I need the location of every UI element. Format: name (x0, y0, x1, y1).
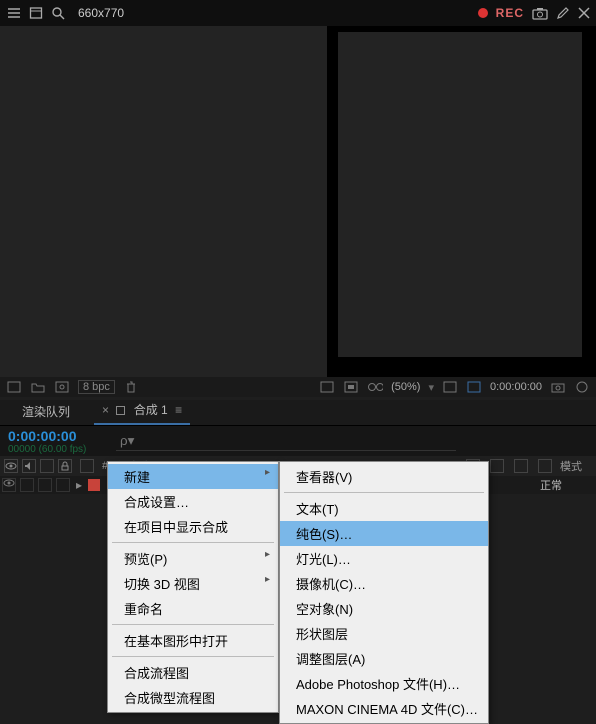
layer-audio[interactable] (20, 478, 34, 492)
timeline-header: 0:00:00:00 00000 (60.00 fps) (0, 426, 596, 456)
menu-separator (112, 624, 274, 625)
tab-composition[interactable]: × 合成 1 ≡ (94, 397, 190, 425)
record-label[interactable]: REC (496, 6, 524, 20)
bit-depth[interactable]: 8 bpc (78, 380, 115, 394)
new-comp-icon[interactable] (54, 380, 70, 394)
menu-toggle-3d[interactable]: 切换 3D 视图 (108, 571, 278, 596)
tab-label: 渲染队列 (22, 405, 70, 419)
glasses-icon[interactable] (367, 380, 383, 394)
menu-text[interactable]: 文本(T) (280, 496, 488, 521)
menu-light[interactable]: 灯光(L)… (280, 546, 488, 571)
pencil-icon[interactable] (556, 6, 570, 20)
channel-icon[interactable] (574, 380, 590, 394)
label-column-icon[interactable] (80, 459, 94, 473)
close-icon[interactable] (578, 7, 590, 19)
timeline-tabs: 渲染队列 × 合成 1 ≡ (0, 400, 596, 426)
3d-column-icon[interactable] (538, 459, 552, 473)
solo-column-icon[interactable] (40, 459, 54, 473)
context-menu-layer: 新建 合成设置… 在项目中显示合成 预览(P) 切换 3D 视图 重命名 在基本… (107, 461, 279, 713)
layer-lock[interactable] (56, 478, 70, 492)
tab-render-queue[interactable]: 渲染队列 (14, 399, 78, 425)
title-bar-right: REC (478, 6, 590, 20)
search-icon[interactable] (50, 5, 66, 21)
menu-new[interactable]: 新建 (108, 464, 278, 489)
menu-reveal-comp[interactable]: 在项目中显示合成 (108, 514, 278, 539)
tab-menu-icon[interactable]: ≡ (175, 403, 182, 417)
record-indicator-icon (478, 8, 488, 18)
menu-separator (112, 542, 274, 543)
composition-viewer[interactable] (328, 26, 596, 377)
menu-open-egp[interactable]: 在基本图形中打开 (108, 628, 278, 653)
trash-icon[interactable] (123, 380, 139, 394)
layer-mode[interactable]: 正常 (540, 477, 596, 493)
grid-icon[interactable] (319, 380, 335, 394)
layer-twirl-icon[interactable]: ▸ (76, 478, 82, 492)
menu-ps-file[interactable]: Adobe Photoshop 文件(H)… (280, 671, 488, 696)
title-bar-left: 660x770 (6, 5, 124, 21)
camera-icon[interactable] (532, 6, 548, 20)
folder-icon[interactable] (30, 380, 46, 394)
title-bar: 660x770 REC (0, 0, 596, 26)
hamburger-icon[interactable] (6, 5, 22, 21)
tab-label: 合成 1 (134, 403, 168, 417)
menu-solid[interactable]: 纯色(S)… (280, 521, 488, 546)
window-title: 660x770 (78, 6, 124, 20)
menu-separator (112, 656, 274, 657)
timeline-search (108, 426, 596, 456)
search-input[interactable] (116, 431, 456, 451)
menu-camera[interactable]: 摄像机(C)… (280, 571, 488, 596)
snapshot-icon[interactable] (550, 380, 566, 394)
menu-adjustment[interactable]: 调整图层(A) (280, 646, 488, 671)
menu-c4d-file[interactable]: MAXON CINEMA 4D 文件(C)… (280, 696, 488, 721)
layer-solo[interactable] (38, 478, 52, 492)
menu-flow-comp[interactable]: 合成流程图 (108, 660, 278, 685)
viewer-frame (338, 32, 582, 357)
layer-eye[interactable] (2, 478, 16, 492)
submenu-new: 查看器(V) 文本(T) 纯色(S)… 灯光(L)… 摄像机(C)… 空对象(N… (279, 461, 489, 724)
menu-separator (284, 492, 484, 493)
timecode-main: 0:00:00:00 (8, 428, 100, 444)
audio-column-icon[interactable] (22, 459, 36, 473)
menu-null[interactable]: 空对象(N) (280, 596, 488, 621)
menu-rename[interactable]: 重命名 (108, 596, 278, 621)
interpret-icon[interactable] (6, 380, 22, 394)
menu-comp-settings[interactable]: 合成设置… (108, 489, 278, 514)
comp-swatch-icon (116, 406, 125, 415)
res-icon[interactable] (442, 380, 458, 394)
current-time[interactable]: 0:00:00:00 00000 (60.00 fps) (0, 426, 108, 456)
timecode-sub: 00000 (60.00 fps) (8, 444, 100, 455)
mb-column-icon[interactable] (514, 459, 528, 473)
window-icon[interactable] (28, 5, 44, 21)
fx-column-icon[interactable] (490, 459, 504, 473)
viewport-footer: 8 bpc (50%) ▾ 0:00:00:00 (0, 377, 596, 397)
menu-flow-mini[interactable]: 合成微型流程图 (108, 685, 278, 710)
roi-icon[interactable] (466, 380, 482, 394)
layer-color-swatch[interactable] (88, 479, 100, 491)
footer-timecode[interactable]: 0:00:00:00 (490, 381, 542, 393)
menu-viewer[interactable]: 查看器(V) (280, 464, 488, 489)
toggle-mask-icon[interactable] (343, 380, 359, 394)
project-panel[interactable] (0, 26, 328, 377)
mode-column[interactable]: 模式 (560, 458, 582, 474)
menu-shape[interactable]: 形状图层 (280, 621, 488, 646)
menu-preview[interactable]: 预览(P) (108, 546, 278, 571)
lock-column-icon[interactable] (58, 459, 72, 473)
eye-column-icon[interactable] (4, 459, 18, 473)
viewport (0, 26, 596, 377)
zoom-level[interactable]: (50%) (391, 381, 420, 393)
